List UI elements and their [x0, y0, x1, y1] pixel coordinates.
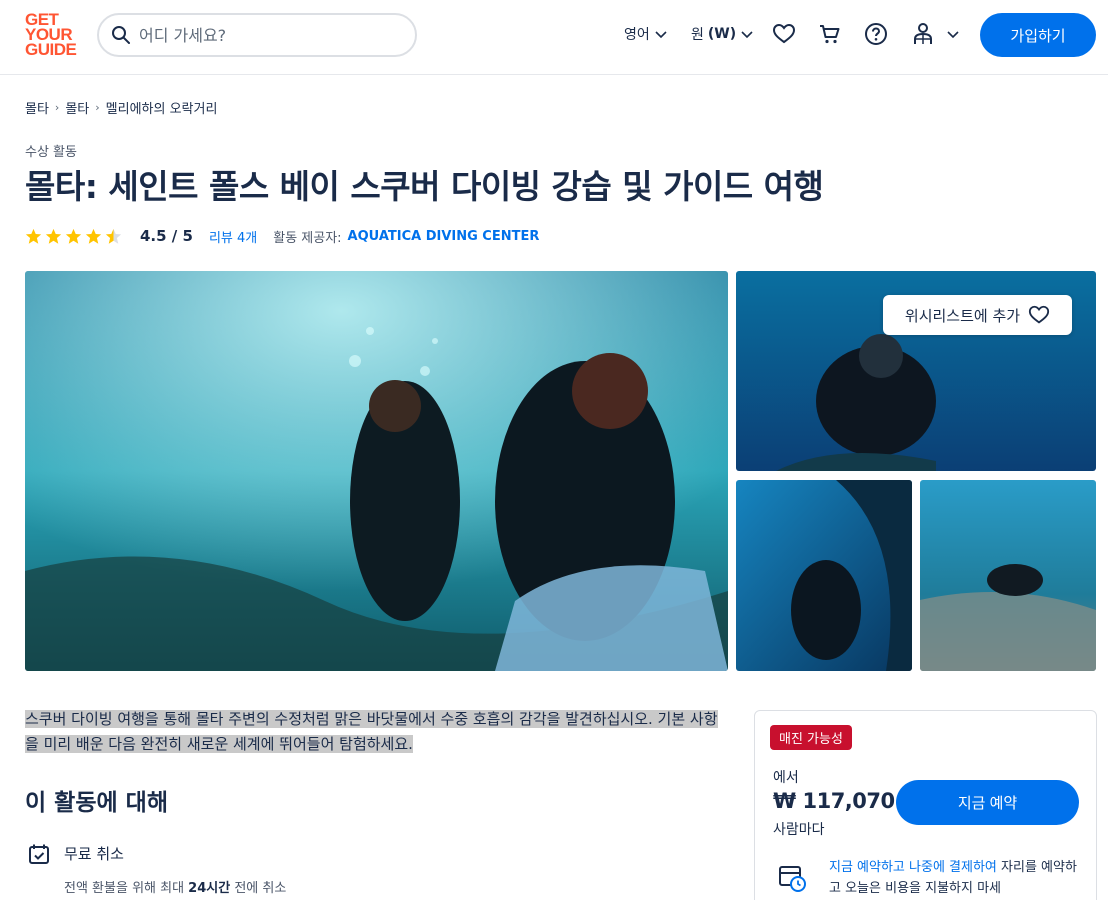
reserve-now-pay-later: 지금 예약하고 나중에 결제하여 자리를 예약하고 오늘은 비용을 지불하지 마…	[829, 860, 1077, 896]
free-cancellation-title: 무료 취소	[64, 845, 124, 863]
calendar-check-icon	[29, 844, 49, 864]
book-now-button[interactable]: 지금 예약	[896, 780, 1079, 825]
heart-icon[interactable]	[772, 22, 796, 46]
currency-selector[interactable]: 원 (W)	[691, 24, 754, 44]
star-rating	[25, 228, 122, 245]
language-selector[interactable]: 영어	[624, 24, 668, 44]
gallery-main-photo[interactable]	[25, 271, 728, 671]
star-icon	[45, 228, 62, 244]
rating-value: 4.5 / 5	[140, 227, 193, 245]
heart-icon	[1028, 305, 1050, 324]
free-cancellation-desc: 전액 환불을 위해 최대 24시간 전에 취소	[64, 881, 287, 896]
help-icon[interactable]	[864, 22, 888, 46]
search-bar[interactable]	[97, 13, 417, 57]
breadcrumb-separator-icon: ›	[95, 101, 100, 114]
star-icon	[65, 228, 82, 244]
cart-icon[interactable]	[818, 22, 842, 46]
breadcrumb-separator-icon: ›	[54, 101, 60, 114]
reviews-link[interactable]: 리뷰 4개	[209, 227, 257, 246]
star-half-icon	[105, 228, 122, 244]
getyourguide-logo[interactable]: GET YOUR GUIDE	[25, 11, 83, 58]
provider-label: 활동 제공자:	[273, 230, 342, 246]
price: ₩ 117,070	[773, 789, 895, 813]
about-heading: 이 활동에 대해	[25, 790, 168, 816]
breadcrumb-item[interactable]: 몰타	[25, 98, 49, 117]
breadcrumb: 몰타 › 몰타 › 멜리에하의 오락거리	[25, 98, 217, 117]
star-icon	[85, 228, 102, 244]
likely-to-sell-out-badge: 매진 가능성	[770, 725, 852, 750]
chevron-down-icon	[655, 31, 667, 39]
add-to-wishlist-button[interactable]: 위시리스트에 추가	[883, 295, 1072, 335]
activity-description: 스쿠버 다이빙 여행을 통해 몰타 주변의 수정처럼 맑은 바닷물에서 수중 호…	[25, 710, 718, 753]
user-icon	[914, 23, 932, 44]
activity-category: 수상 활동	[25, 145, 77, 160]
star-icon	[25, 228, 42, 244]
search-icon	[112, 26, 130, 44]
rating-row: 4.5 / 5 리뷰 4개 활동 제공자: AQUATICA DIVING CE…	[25, 225, 539, 247]
site-header: GET YOUR GUIDE 영어 원 (W)	[0, 0, 1108, 75]
reserve-now-pay-later-link[interactable]: 지금 예약하고 나중에 결제하여	[829, 860, 997, 875]
calendar-clock-icon	[779, 866, 806, 892]
gallery-photo[interactable]	[736, 480, 912, 671]
chevron-down-icon	[741, 31, 753, 39]
page-title: 몰타: 세인트 폴스 베이 스쿠버 다이빙 강습 및 가이드 여행	[25, 167, 824, 206]
provider-link[interactable]: AQUATICA DIVING CENTER	[348, 229, 540, 244]
breadcrumb-item[interactable]: 몰타	[65, 98, 89, 117]
booking-card: 매진 가능성 에서 ₩ 117,070 사람마다 지금 예약 지금 예약하고 나…	[754, 710, 1097, 900]
chevron-down-icon	[947, 31, 959, 39]
gallery-photo[interactable]	[920, 480, 1096, 671]
search-input[interactable]	[139, 23, 399, 47]
signup-button[interactable]: 가입하기	[980, 13, 1096, 57]
account-menu[interactable]	[912, 22, 960, 46]
price-per-label: 사람마다	[773, 822, 825, 838]
breadcrumb-item[interactable]: 멜리에하의 오락거리	[106, 98, 218, 117]
price-from-label: 에서	[773, 770, 799, 786]
